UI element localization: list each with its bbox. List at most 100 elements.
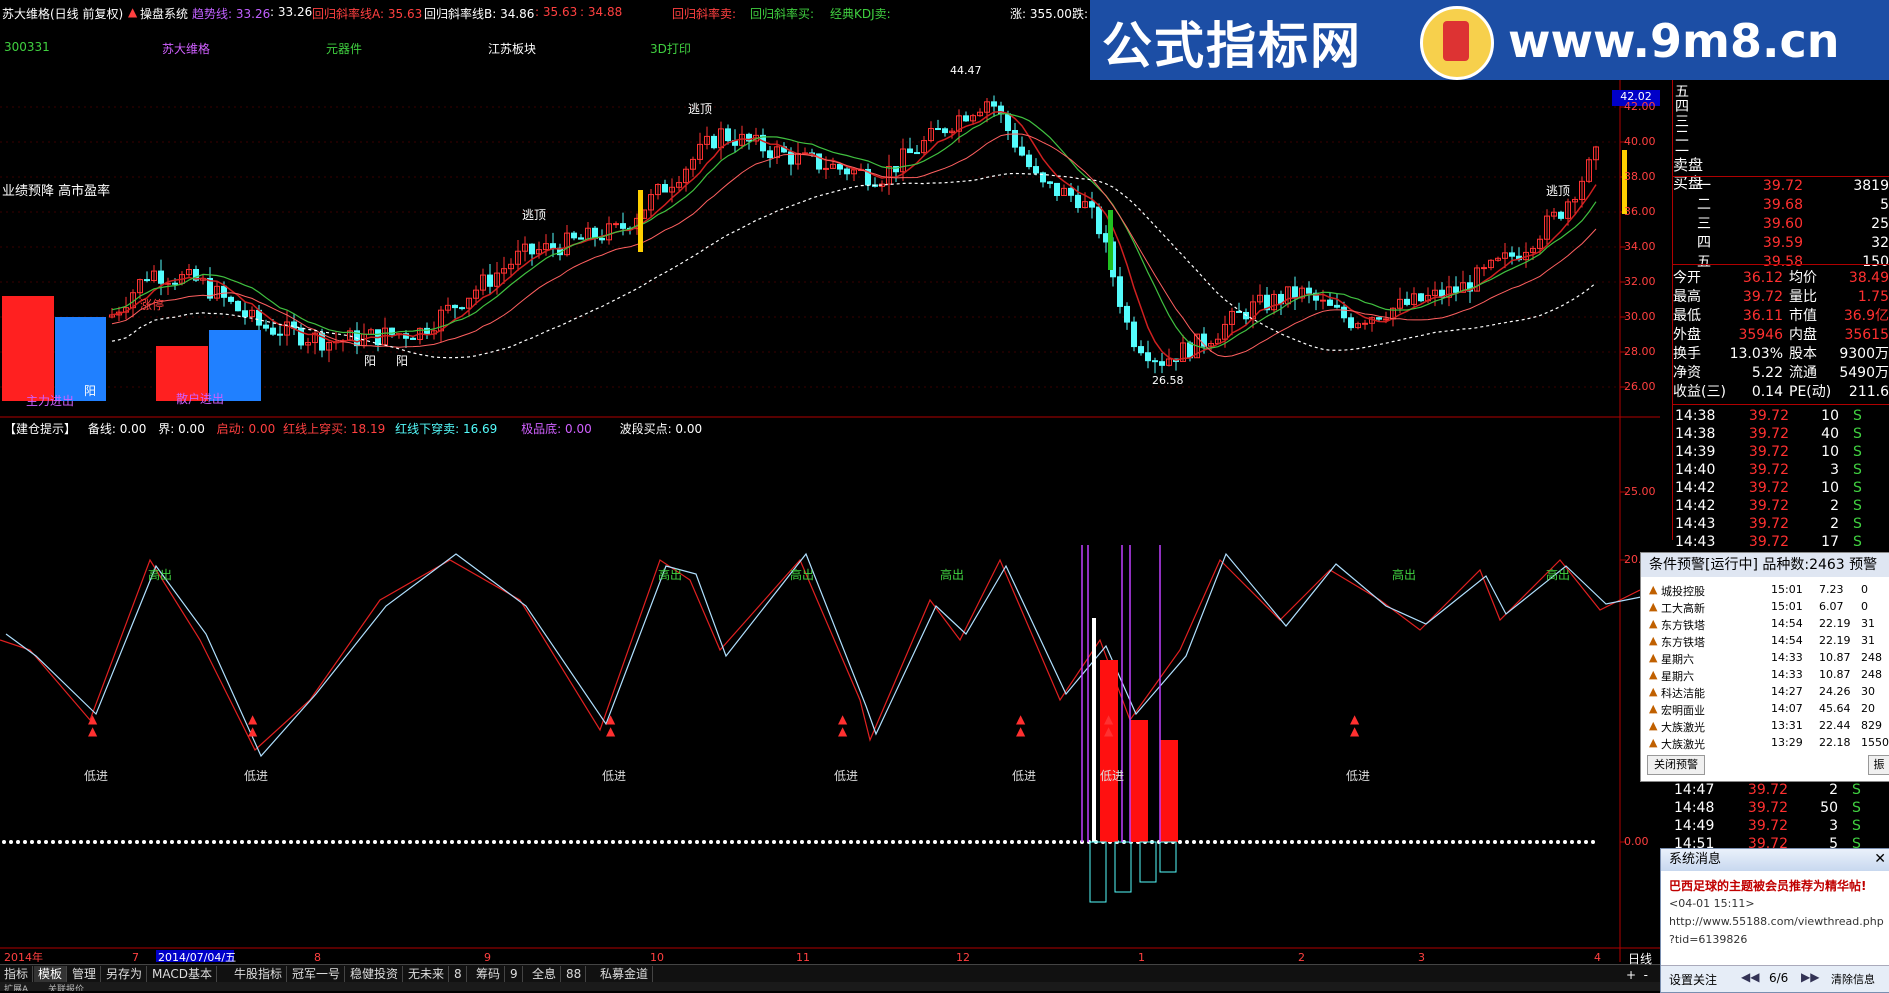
quote-cell: 最低: [1673, 308, 1701, 324]
alert-item[interactable]: ▲ 东方铁塔 14:54 22.19 31: [1649, 634, 1889, 651]
baseline-dot: [30, 840, 34, 844]
baseline-dot: [352, 840, 356, 844]
template-tab[interactable]: 全息: [528, 966, 562, 982]
alert-item[interactable]: ▲ 星期六 14:33 10.87 248: [1649, 651, 1889, 668]
quote-cell: 流通: [1789, 365, 1817, 381]
baseline-dot: [513, 840, 517, 844]
quote-cell: 40: [1821, 426, 1839, 442]
template-tab[interactable]: MACD基本: [148, 966, 217, 982]
baseline-dot: [1199, 840, 1203, 844]
sysmsg-url[interactable]: http://www.55188.com/viewthread.php: [1669, 915, 1884, 928]
alert-item[interactable]: ▲ 科达洁能 14:27 24.26 30: [1649, 685, 1889, 702]
alert-cell: 10.87: [1819, 668, 1851, 681]
baseline-dot: [1003, 840, 1007, 844]
alert-cell: 科达洁能: [1661, 687, 1705, 700]
related-quote-label[interactable]: 关联报价: [48, 982, 84, 991]
candle-body: [410, 337, 416, 340]
candle-body: [823, 167, 829, 170]
baseline-dot: [800, 840, 804, 844]
spike-cyan-bar: [1139, 841, 1157, 883]
tick-list-top[interactable]: 14:38 39.72 10 S 14:38 39.72 40 S 14:39 39.72 10 S 1…: [1673, 406, 1889, 550]
condition-alert-window[interactable]: 条件预警[运行中] 品种数:2463 预警 ▲ 城投控股 15:01 7.23 0 ▲ 工大…: [1640, 552, 1889, 782]
alert-title[interactable]: 条件预警[运行中] 品种数:2463 预警: [1641, 553, 1889, 577]
candle-body: [277, 333, 283, 336]
alert-cell: 15:01: [1771, 583, 1803, 596]
clear-messages-link[interactable]: 清除信息: [1831, 971, 1875, 987]
template-tab[interactable]: 筹码: [472, 966, 506, 982]
close-icon[interactable]: ✕: [1874, 851, 1886, 867]
candle-body: [1075, 194, 1081, 209]
baseline-dot: [541, 840, 545, 844]
alert-side-button[interactable]: 振: [1868, 755, 1889, 775]
ext-label[interactable]: 扩展A: [4, 982, 28, 991]
alert-cell: 13:29: [1771, 736, 1803, 749]
candle-body: [1026, 154, 1032, 168]
baseline-dot: [282, 840, 286, 844]
period-label[interactable]: 日线: [1628, 950, 1652, 967]
alert-arrow-icon: ▲: [1649, 600, 1658, 613]
template-tab[interactable]: 无未来: [404, 966, 450, 982]
quote-cell: 50: [1820, 800, 1838, 816]
template-tab[interactable]: 稳健投资: [346, 966, 404, 982]
template-tab[interactable]: 模板: [34, 966, 68, 982]
alert-item[interactable]: ▲ 大族激光 13:29 22.18 1550: [1649, 736, 1889, 753]
candle-body: [550, 243, 556, 249]
system-message-popup[interactable]: 系统消息 ✕ 巴西足球的主题被会员推荐为精华帖! <04-01 15:11> h…: [1660, 848, 1889, 993]
sysmsg-headline[interactable]: 巴西足球的主题被会员推荐为精华帖!: [1669, 877, 1866, 894]
baseline-dot: [1346, 840, 1350, 844]
candle-body: [1138, 346, 1144, 354]
x-axis-label: 12: [956, 951, 970, 962]
baseline-dot: [989, 840, 993, 844]
baseline-dot: [1178, 840, 1182, 844]
stock-chart[interactable]: 2014年 7 2014/07/04/五 8 9 10 11 12 1 2 3 4: [0, 0, 1660, 962]
template-tab[interactable]: 管理: [68, 966, 102, 982]
candle-body: [452, 304, 458, 309]
sysmsg-url2[interactable]: ?tid=6139826: [1669, 933, 1747, 946]
baseline-dot: [1591, 840, 1595, 844]
quote-cell: 内盘: [1789, 327, 1817, 343]
alert-item[interactable]: ▲ 宏明面业 14:07 45.64 20: [1649, 702, 1889, 719]
baseline-dot: [114, 840, 118, 844]
template-tab[interactable]: 指标: [0, 966, 34, 982]
prev-page-icon[interactable]: ◀◀: [1741, 970, 1759, 984]
settings-link[interactable]: 设置关注: [1669, 971, 1717, 988]
baseline-dot: [877, 840, 881, 844]
baseline-dot: [1458, 840, 1462, 844]
alert-list[interactable]: ▲ 城投控股 15:01 7.23 0 ▲ 工大高新 15:01 6.07 0 ▲ 东方铁塔 14:54…: [1649, 583, 1889, 753]
template-tab[interactable]: 另存为: [102, 966, 148, 982]
close-alert-button[interactable]: 关闭预警: [1647, 755, 1705, 775]
baseline-dot: [436, 840, 440, 844]
template-tab[interactable]: 9: [506, 966, 523, 982]
alert-item[interactable]: ▲ 东方铁塔 14:54 22.19 31: [1649, 617, 1889, 634]
quote-cell: 39.72: [1747, 782, 1788, 798]
alert-item[interactable]: ▲ 城投控股 15:01 7.23 0: [1649, 583, 1889, 600]
baseline-dot: [58, 840, 62, 844]
baseline-dot: [569, 840, 573, 844]
template-tab[interactable]: 88: [562, 966, 587, 982]
alert-item[interactable]: ▲ 星期六 14:33 10.87 248: [1649, 668, 1889, 685]
alert-arrow-icon: ▲: [1649, 634, 1658, 647]
candle-body: [1404, 298, 1410, 305]
baseline-dot: [996, 840, 1000, 844]
baseline-dot: [373, 840, 377, 844]
baseline-dot: [1500, 840, 1504, 844]
template-tab[interactable]: 私募金道: [596, 966, 654, 982]
template-tab[interactable]: 牛股指标: [230, 966, 288, 982]
x-axis-label: 10: [650, 951, 664, 962]
baseline-dot: [975, 840, 979, 844]
tick-list-bottom[interactable]: 14:47 39.72 2 S 14:48 39.72 50 S 14:49 39.72 3 S 14:…: [1672, 780, 1889, 852]
baseline-dot: [359, 840, 363, 844]
baseline-dot: [86, 840, 90, 844]
baseline-dot: [212, 840, 216, 844]
quote-cell: 13.03%: [1729, 346, 1783, 362]
baseline-dot: [107, 840, 111, 844]
candle-body: [270, 327, 276, 335]
template-tab[interactable]: 8: [450, 966, 467, 982]
alert-arrow-icon: ▲: [1649, 583, 1658, 596]
alert-item[interactable]: ▲ 工大高新 15:01 6.07 0: [1649, 600, 1889, 617]
template-tab[interactable]: 冠军一号: [288, 966, 346, 982]
zoom-buttons[interactable]: + -: [1626, 968, 1648, 982]
alert-item[interactable]: ▲ 大族激光 13:31 22.44 829: [1649, 719, 1889, 736]
candle-body: [1124, 305, 1130, 323]
next-page-icon[interactable]: ▶▶: [1801, 970, 1819, 984]
